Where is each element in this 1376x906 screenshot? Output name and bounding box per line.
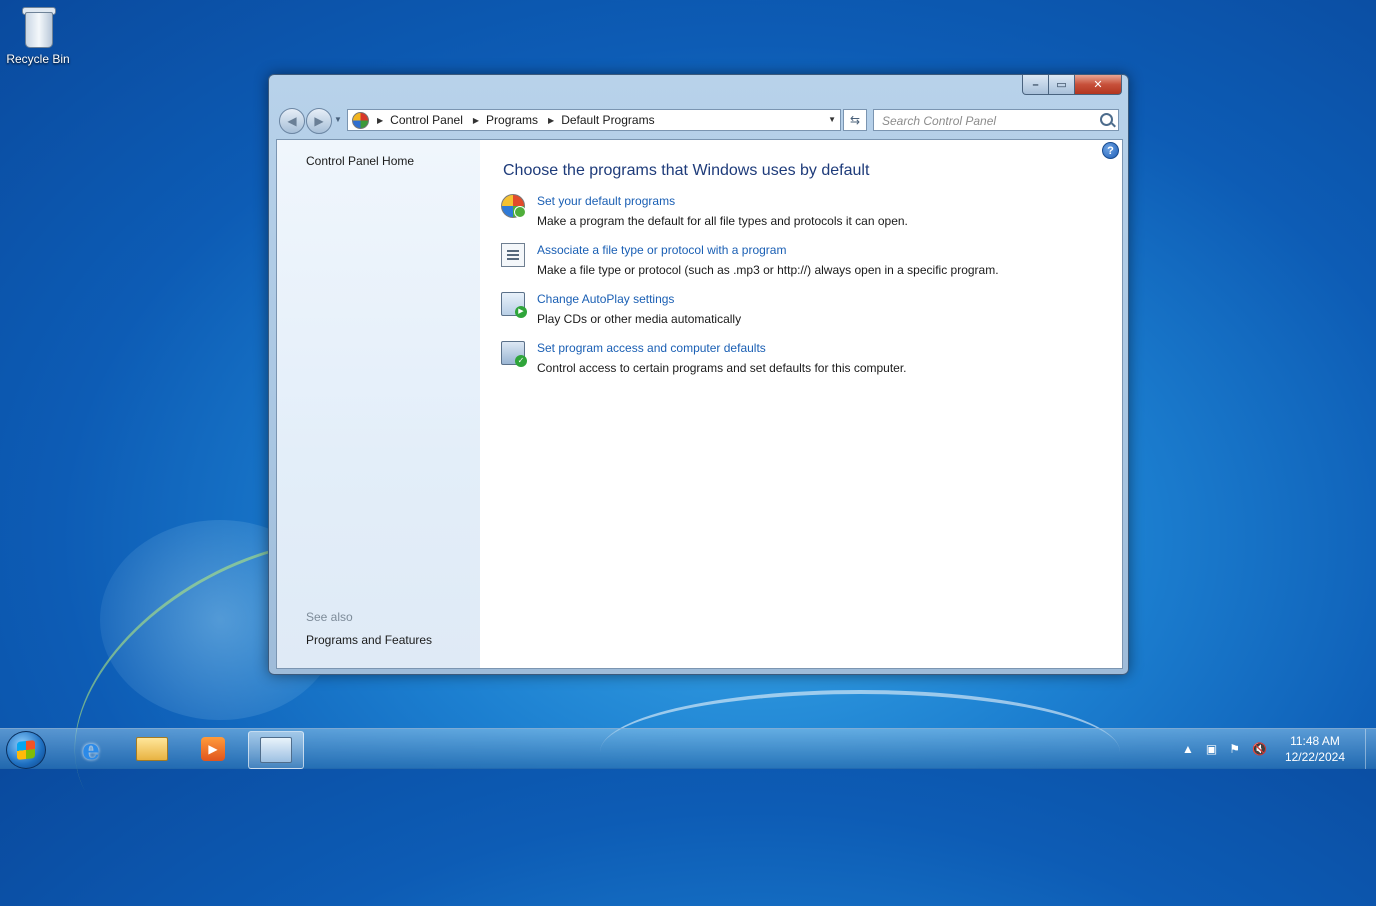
- forward-arrow-icon: ▶: [314, 114, 324, 128]
- content-area: Control Panel Home See also Programs and…: [276, 139, 1123, 669]
- recycle-bin-icon: [21, 6, 56, 48]
- show-hidden-icons-button[interactable]: ▲: [1182, 742, 1194, 756]
- help-icon[interactable]: ?: [1102, 142, 1119, 159]
- clock-date: 12/22/2024: [1284, 750, 1345, 764]
- search-input[interactable]: [880, 111, 1094, 131]
- navigation-bar: ◀ ▶ ▼ ▶ Control Panel ▶ Programs ▶ Defau…: [277, 107, 1120, 134]
- back-arrow-icon: ◀: [287, 114, 297, 128]
- forward-button[interactable]: ▶: [306, 108, 332, 134]
- taskbar: e ▶ ▲ ▣ ⚑ 🔇 11:48 AM 12/22/2024: [0, 728, 1376, 769]
- task-description: Make a file type or protocol (such as .m…: [537, 263, 999, 277]
- media-player-icon: ▶: [201, 737, 225, 761]
- file-association-icon: [501, 243, 525, 267]
- taskbar-windows-explorer[interactable]: [125, 731, 179, 767]
- page-title: Choose the programs that Windows uses by…: [503, 162, 870, 179]
- chevron-down-icon[interactable]: ▼: [828, 115, 836, 124]
- chevron-right-icon[interactable]: ▶: [473, 116, 479, 125]
- see-also-label: See also: [306, 610, 353, 624]
- task-autoplay: Change AutoPlay settings Play CDs or oth…: [501, 292, 1101, 332]
- control-panel-icon: [260, 737, 292, 763]
- task-description: Play CDs or other media automatically: [537, 312, 742, 326]
- set-default-programs-link[interactable]: Set your default programs: [537, 194, 675, 208]
- address-bar[interactable]: ▶ Control Panel ▶ Programs ▶ Default Pro…: [347, 109, 841, 131]
- notification-area: ▲ ▣ ⚑ 🔇 11:48 AM 12/22/2024: [1182, 729, 1376, 769]
- minimize-button[interactable]: –: [1022, 75, 1049, 95]
- default-programs-icon: [501, 194, 526, 218]
- recycle-bin-label: Recycle Bin: [6, 52, 70, 66]
- taskbar-media-player[interactable]: ▶: [186, 731, 240, 767]
- chevron-right-icon[interactable]: ▶: [548, 116, 554, 125]
- caption-buttons: – ▭ ✕: [1022, 75, 1122, 95]
- task-description: Control access to certain programs and s…: [537, 361, 907, 375]
- navigation-pane: Control Panel Home See also Programs and…: [277, 140, 480, 668]
- start-button[interactable]: [6, 731, 46, 769]
- control-panel-icon: [352, 111, 369, 129]
- recent-pages-dropdown[interactable]: ▼: [334, 115, 342, 124]
- task-set-default-programs: Set your default programs Make a program…: [501, 194, 1101, 234]
- program-access-icon: [501, 341, 527, 367]
- volume-muted-icon[interactable]: 🔇: [1252, 742, 1267, 756]
- task-associate-file-type: Associate a file type or protocol with a…: [501, 243, 1101, 283]
- chevron-right-icon[interactable]: ▶: [377, 116, 383, 125]
- program-access-link[interactable]: Set program access and computer defaults: [537, 341, 766, 355]
- close-button[interactable]: ✕: [1075, 75, 1122, 95]
- refresh-button[interactable]: ⇆: [843, 109, 867, 131]
- breadcrumb-default-programs[interactable]: Default Programs: [561, 113, 654, 127]
- associate-file-type-link[interactable]: Associate a file type or protocol with a…: [537, 243, 786, 257]
- refresh-icon: ⇆: [849, 113, 861, 127]
- taskbar-control-panel[interactable]: [248, 731, 304, 769]
- internet-explorer-icon: e: [82, 732, 100, 766]
- change-autoplay-link[interactable]: Change AutoPlay settings: [537, 292, 674, 306]
- search-box[interactable]: [873, 109, 1119, 131]
- control-panel-home-link[interactable]: Control Panel Home: [306, 154, 414, 168]
- programs-and-features-link[interactable]: Programs and Features: [306, 633, 432, 647]
- clock-time: 11:48 AM: [1290, 734, 1340, 748]
- default-programs-window: – ▭ ✕ ◀ ▶ ▼ ▶ Control Panel ▶ Programs ▶…: [268, 74, 1129, 675]
- task-description: Make a program the default for all file …: [537, 214, 908, 228]
- breadcrumb-programs[interactable]: Programs: [486, 113, 538, 127]
- folder-icon: [136, 737, 168, 761]
- taskbar-internet-explorer[interactable]: e: [64, 731, 118, 767]
- search-icon[interactable]: [1100, 113, 1113, 126]
- windows-logo-icon: [17, 740, 35, 760]
- autoplay-icon: [501, 292, 527, 318]
- action-center-flag-icon[interactable]: ⚑: [1229, 742, 1240, 756]
- maximize-button[interactable]: ▭: [1049, 75, 1075, 95]
- back-button[interactable]: ◀: [279, 108, 305, 134]
- show-desktop-button[interactable]: [1365, 729, 1376, 769]
- recycle-bin-shortcut[interactable]: Recycle Bin: [4, 6, 72, 66]
- network-icon[interactable]: ▣: [1206, 742, 1217, 756]
- breadcrumb-control-panel[interactable]: Control Panel: [390, 113, 463, 127]
- task-program-access: Set program access and computer defaults…: [501, 341, 1101, 381]
- clock[interactable]: 11:48 AM 12/22/2024: [1285, 733, 1345, 765]
